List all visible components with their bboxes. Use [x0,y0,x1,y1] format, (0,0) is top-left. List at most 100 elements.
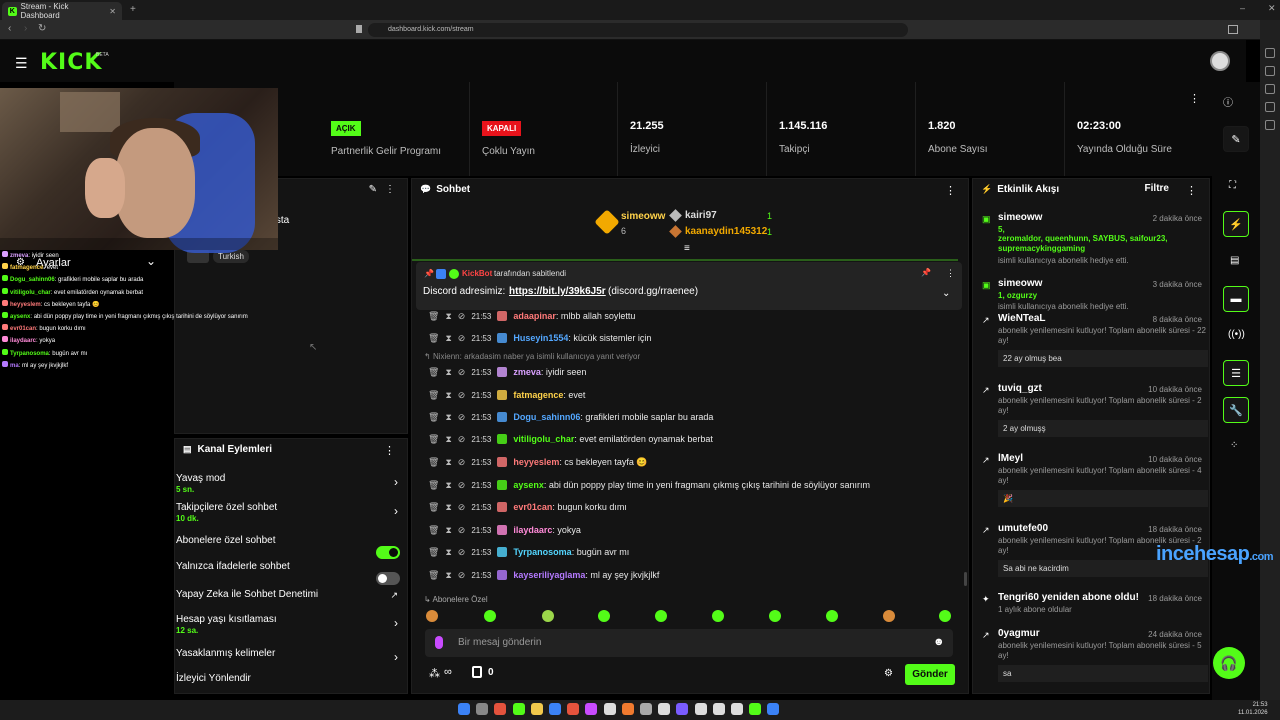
delete-icon[interactable]: 🗑 [428,570,439,581]
filter-button[interactable]: Filtre [1145,183,1169,194]
taskbar-app-icon[interactable] [494,703,507,715]
forward-icon[interactable]: › [24,23,27,34]
emote-icon[interactable] [655,610,667,622]
banned-words-row[interactable]: Yasaklanmış kelimeler › [176,648,404,664]
message-user[interactable]: Tyrpanosoma [513,547,571,557]
emote-only-toggle[interactable] [376,572,400,585]
menu-icon[interactable]: ☰ [15,55,28,72]
browser-tab[interactable]: K Stream - Kick Dashboard ✕ [2,2,122,20]
message-user[interactable]: adaapinar [513,311,556,321]
chat-settings-icon[interactable]: ⚙ [884,668,893,679]
message-user[interactable]: kayseriliyaglama [513,570,585,580]
document-icon[interactable]: ▤ [1230,255,1239,266]
lightning-icon[interactable]: ⚡ [1223,211,1249,237]
activity-item[interactable]: ↗ 0yagmur 24 dakika önce abonelik yenilemes… [978,628,1208,682]
more-options-icon[interactable]: ⋮ [384,444,395,457]
chevron-down-icon[interactable]: ⌄ [942,288,950,299]
message-user[interactable]: Huseyin1554 [513,333,568,343]
message-user[interactable]: aysenx [513,480,544,490]
message-user[interactable]: fatmagence [513,390,563,400]
new-tab-icon[interactable]: + [130,4,136,15]
timeout-icon[interactable]: ⧗ [445,547,451,558]
chat-message[interactable]: 🗑 ⧗ ⊘ 21:53 zmeva: iyidir seen [428,365,586,379]
taskbar-app-icon[interactable] [512,703,525,715]
timeout-icon[interactable]: ⧗ [445,502,451,513]
delete-icon[interactable]: 🗑 [428,390,439,401]
ban-icon[interactable]: ⊘ [458,390,466,401]
taskbar-app-icon[interactable] [530,703,543,715]
delete-icon[interactable]: 🗑 [428,480,439,491]
edit-icon[interactable]: ✎ [369,184,377,195]
timeout-icon[interactable]: ⧗ [445,570,451,581]
timeout-icon[interactable]: ⧗ [445,333,451,344]
ban-icon[interactable]: ⊘ [458,412,466,423]
chat-message[interactable]: 🗑 ⧗ ⊘ 21:53 adaapinar: mlbb allah soylettu [428,309,635,323]
chat-message[interactable]: 🗑 ⧗ ⊘ 21:53 fatmagence: evet [428,388,585,402]
delete-icon[interactable]: 🗑 [428,457,439,468]
kick-logo[interactable]: KICK [40,50,102,75]
ban-icon[interactable]: ⊘ [458,457,466,468]
timeout-icon[interactable]: ⧗ [445,367,451,378]
emote-icon[interactable] [598,610,610,622]
emoji-icon[interactable]: ☻ [933,636,945,648]
chat-input-box[interactable]: Bir mesaj gönderin ☻ [425,629,953,657]
taskbar-app-icon[interactable] [640,703,652,715]
more-options-icon[interactable]: ⋮ [945,184,956,197]
taskbar-app-icon[interactable] [694,703,707,715]
ban-icon[interactable]: ⊘ [458,434,466,445]
info-icon[interactable]: ⓘ [1223,94,1233,109]
more-options-icon[interactable]: ⋮ [1186,184,1197,197]
more-options-icon[interactable]: ⋮ [385,184,395,195]
chevron-down-icon[interactable]: ⌄ [146,254,156,268]
activity-item[interactable]: ✦ Tengri60 yeniden abone oldu! 18 dakika ö… [978,592,1208,615]
taskbar-app-icon[interactable] [731,703,743,715]
activity-item[interactable]: ↗ WieNTeaL 8 dakika önce abonelik yenilemes… [978,313,1208,367]
timeout-icon[interactable]: ⧗ [445,390,451,401]
ban-icon[interactable]: ⊘ [458,367,466,378]
people-icon[interactable]: ⁘ [1230,440,1238,451]
timeout-icon[interactable]: ⧗ [445,311,451,322]
gift-icon[interactable] [472,666,482,678]
more-options-icon[interactable]: ⋮ [946,268,955,279]
chat-message[interactable]: 🗑 ⧗ ⊘ 21:53 Dogu_sahinn06: grafikleri mobile… [428,410,713,424]
delete-icon[interactable]: 🗑 [428,434,439,445]
delete-icon[interactable]: 🗑 [428,502,439,513]
delete-icon[interactable]: 🗑 [428,367,439,378]
ban-icon[interactable]: ⊘ [458,547,466,558]
chat-message[interactable]: 🗑 ⧗ ⊘ 21:53 vitiligolu_char: evet emilatörde… [428,432,713,446]
bookmark-icon[interactable] [356,25,362,33]
chat-message[interactable]: 🗑 ⧗ ⊘ 21:53 heyyeslem: cs bekleyen tayfa 😊 [428,455,648,469]
pinned-link[interactable]: https://bit.ly/39k6J5r [509,286,606,297]
microphone-icon[interactable] [435,636,443,649]
message-user[interactable]: ilaydaarc [513,525,552,535]
chat-message[interactable]: 🗑 ⧗ ⊘ 21:53 Tyrpanosoma: bugün avr mı [428,545,629,559]
emote-icon[interactable] [826,610,838,622]
ban-icon[interactable]: ⊘ [458,311,466,322]
emote-icon[interactable] [426,610,438,622]
edit-icon[interactable]: ✎ [1223,126,1249,152]
message-user[interactable]: Dogu_sahinn06 [513,412,580,422]
taskbar-app-icon[interactable] [603,703,616,715]
message-user[interactable]: heyyeslem [513,457,559,467]
chat-message[interactable]: 🗑 ⧗ ⊘ 21:53 kayseriliyaglama: ml ay şey jkvj… [428,568,659,582]
chat-bubble-icon[interactable]: ▬ [1223,286,1249,312]
delete-icon[interactable]: 🗑 [428,412,439,423]
ban-icon[interactable]: ⊘ [458,502,466,513]
taskbar-app-icon[interactable] [676,703,689,715]
account-age-row[interactable]: Hesap yaşı kısıtlaması 12 sa. › [176,614,404,635]
followers-only-row[interactable]: Takipçilere özel sohbet 10 dk. › [176,502,404,523]
taskbar-app-icon[interactable] [567,703,580,715]
taskbar-app-icon[interactable] [712,703,725,715]
emote-icon[interactable] [883,610,895,622]
taskbar-app-icon[interactable] [458,703,470,715]
message-user[interactable]: zmeva [513,367,541,377]
url-input[interactable]: dashboard.kick.com/stream [368,23,908,37]
unpin-icon[interactable]: 📌 [921,268,931,277]
taskbar-app-icon[interactable] [767,703,780,715]
timeout-icon[interactable]: ⧗ [445,480,451,491]
collapse-leaderboard-icon[interactable]: ≡ [684,243,690,254]
activity-item[interactable]: ▣ simeoww 2 dakika önce 5, zeromaldor, queen… [978,212,1208,266]
support-headset-icon[interactable]: 🎧 [1213,647,1245,679]
chat-message[interactable]: 🗑 ⧗ ⊘ 21:53 Huseyin1554: kücük sistemler içi… [428,331,651,345]
message-user[interactable]: vitiligolu_char [513,434,574,444]
